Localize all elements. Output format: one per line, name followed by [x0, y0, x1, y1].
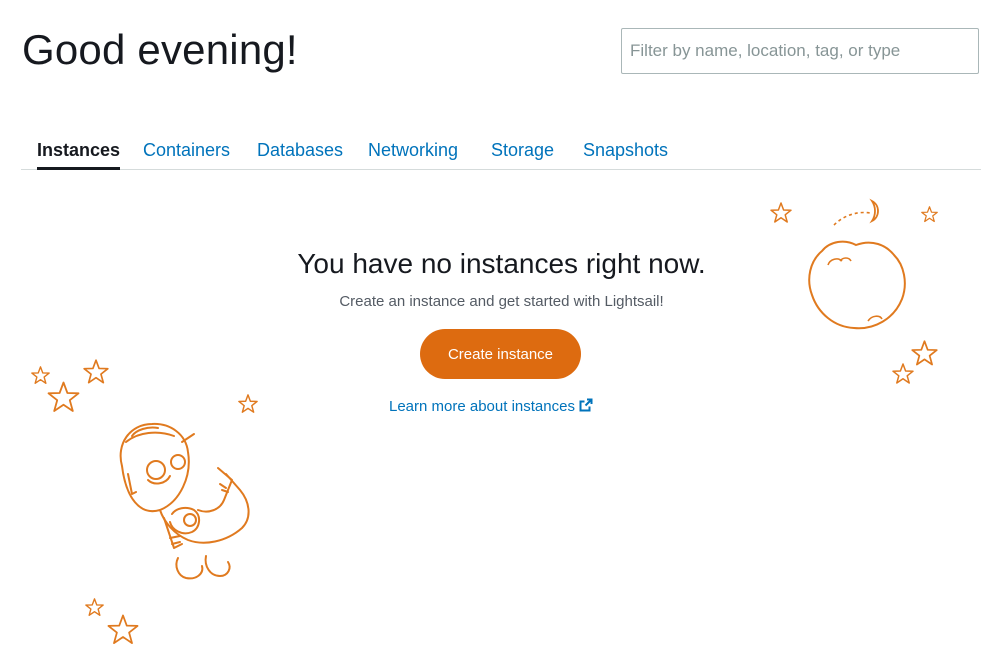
star-icon: [107, 614, 139, 644]
moon-illustration: [808, 198, 906, 330]
tab-containers[interactable]: Containers: [143, 140, 230, 167]
filter-input[interactable]: [621, 28, 979, 74]
star-icon: [770, 202, 792, 223]
learn-more-link[interactable]: Learn more about instances: [389, 398, 593, 415]
create-instance-button[interactable]: Create instance: [420, 329, 581, 379]
lightsail-home: Good evening! Instances Containers Datab…: [0, 0, 1003, 663]
learn-more-label: Learn more about instances: [389, 398, 575, 415]
tab-databases[interactable]: Databases: [257, 140, 343, 167]
star-icon: [85, 598, 104, 616]
tab-instances[interactable]: Instances: [37, 140, 121, 170]
tab-networking[interactable]: Networking: [368, 140, 458, 167]
star-icon: [83, 359, 109, 384]
star-icon: [47, 381, 80, 412]
robot-illustration: [119, 422, 250, 580]
star-icon: [238, 394, 258, 413]
tab-snapshots[interactable]: Snapshots: [583, 140, 668, 167]
resource-tabs: Instances Containers Databases Networkin…: [21, 136, 981, 170]
star-icon: [921, 206, 938, 223]
star-icon: [911, 340, 938, 366]
external-link-icon: [579, 398, 593, 412]
page-title: Good evening!: [22, 26, 298, 73]
star-icon: [892, 363, 914, 384]
tab-storage[interactable]: Storage: [491, 140, 554, 167]
